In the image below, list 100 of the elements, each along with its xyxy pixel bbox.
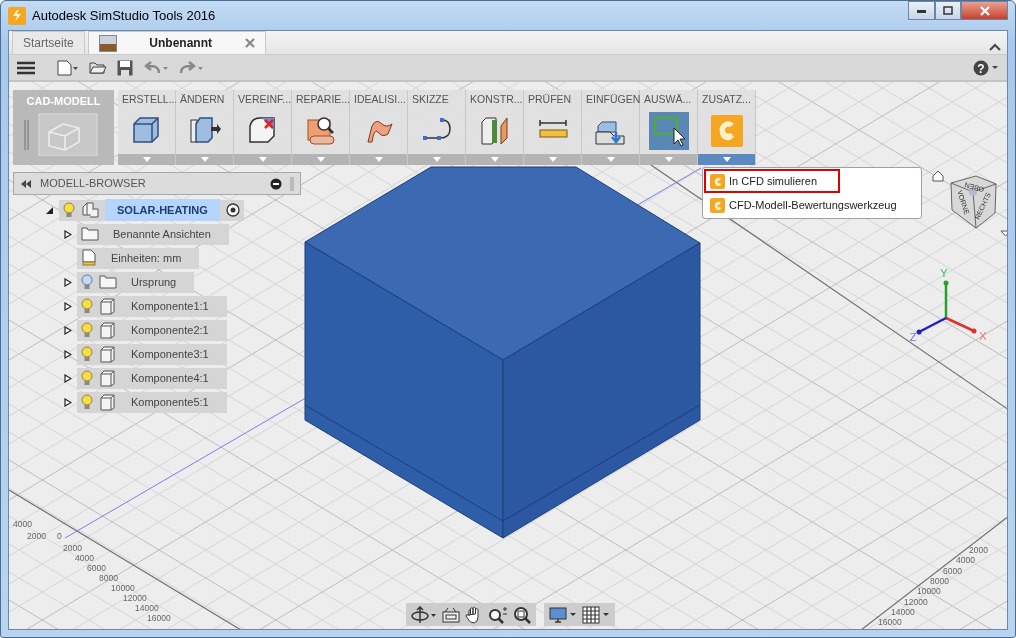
grid-label: 4000 (956, 555, 975, 566)
collapsed-triangle-icon[interactable] (64, 397, 72, 407)
folder-icon (99, 273, 117, 291)
menu-item[interactable]: CFD-Modell-Bewertungswerkzeug (704, 193, 920, 217)
expanded-triangle-icon[interactable] (46, 205, 54, 215)
collapsed-triangle-icon[interactable] (64, 277, 72, 287)
dropdown-toggle[interactable] (698, 154, 755, 165)
minimize-button[interactable] (908, 1, 935, 20)
maximize-button[interactable] (935, 1, 961, 20)
grid-label: 2000 (63, 543, 82, 553)
caret-down-icon (664, 157, 673, 162)
ribbon-group-label: EINFÜGEN (585, 92, 639, 107)
look-at-button[interactable] (441, 606, 461, 623)
close-button[interactable] (961, 1, 1008, 20)
open-folder-button[interactable] (87, 60, 109, 75)
grid-label: 4000 (13, 519, 32, 529)
grid-label: 6000 (87, 563, 106, 573)
dropdown-toggle[interactable] (408, 154, 465, 165)
grid-label: 8000 (930, 575, 949, 586)
collapsed-triangle-icon[interactable] (64, 373, 72, 383)
dropdown-toggle[interactable] (466, 154, 523, 165)
caret-down-icon (548, 157, 557, 162)
collapsed-triangle-icon[interactable] (64, 349, 72, 359)
light-bulb-icon[interactable] (81, 370, 93, 386)
grid-label: 10000 (917, 586, 941, 597)
caret-down-icon (316, 157, 325, 162)
tree-item-label[interactable]: SOLAR-HEATING (105, 198, 220, 222)
window-title: Autodesk SimStudio Tools 2016 (32, 6, 217, 25)
orbit-button[interactable] (410, 605, 438, 624)
dropdown-toggle[interactable] (582, 154, 639, 165)
dropdown-toggle[interactable] (176, 154, 233, 165)
ribbon-tool-button[interactable] (648, 111, 689, 150)
grid-label: 0 (57, 531, 62, 541)
caret-down-icon (258, 157, 267, 162)
minimize-icon (916, 8, 927, 13)
grid-settings-button[interactable] (581, 605, 611, 624)
component-box-icon (99, 393, 117, 411)
ribbon-group-label: KONSTR... (469, 92, 523, 107)
zoom-fit-button[interactable] (512, 605, 532, 624)
menu-button[interactable] (15, 60, 37, 75)
grid-label: 14000 (891, 606, 915, 617)
document-ruler-icon (81, 249, 97, 267)
home-icon[interactable] (932, 170, 944, 182)
axis-label: X (979, 330, 987, 342)
document-tab[interactable]: Unbenannt (87, 31, 266, 54)
light-bulb-icon[interactable] (63, 202, 75, 218)
view-cube-drawing[interactable] (950, 175, 997, 229)
caret-down-icon (142, 157, 151, 162)
help-button[interactable]: ? (971, 59, 1001, 76)
collapsed-triangle-icon[interactable] (64, 325, 72, 335)
save-button[interactable] (115, 59, 135, 76)
component-box-icon (99, 345, 117, 363)
caret-down-icon (432, 157, 441, 162)
axis-label: Y (940, 267, 948, 279)
caret-down-icon (200, 157, 209, 162)
dropdown-toggle[interactable] (640, 154, 697, 165)
dropdown-toggle[interactable] (292, 154, 349, 165)
ribbon-group-label: IDEALISI... (353, 92, 407, 107)
minimize-circle-icon (270, 177, 282, 190)
display-settings-button[interactable] (548, 605, 578, 624)
light-bulb-icon[interactable] (81, 394, 93, 410)
menu-item[interactable]: In CFD simulieren (704, 169, 840, 193)
components-icon (81, 201, 99, 219)
caret-down-icon (606, 157, 615, 162)
document-tab[interactable]: Startseite (12, 31, 85, 54)
ribbon-group-label: ZUSATZ... (701, 92, 752, 107)
dropdown-toggle[interactable] (234, 154, 291, 165)
grid-label: 16000 (878, 617, 902, 628)
folder-icon (81, 225, 99, 243)
grid-label: 6000 (943, 565, 962, 576)
collapsed-triangle-icon[interactable] (64, 301, 72, 311)
dropdown-toggle[interactable] (350, 154, 407, 165)
radio-target-icon (225, 203, 240, 217)
addin-logo-icon (710, 173, 725, 189)
grid-label: 16000 (147, 613, 171, 623)
grid-label: 8000 (99, 573, 118, 583)
light-bulb-icon[interactable] (81, 298, 93, 314)
light-bulb-icon[interactable] (81, 346, 93, 362)
zoom-button[interactable] (487, 605, 509, 624)
addin-logo-icon (710, 197, 725, 213)
grid-label: 4000 (75, 553, 94, 563)
ribbon-group-label: SKIZZE (411, 92, 450, 107)
dropdown-toggle[interactable] (524, 154, 581, 165)
grid-label: 12000 (123, 593, 147, 603)
view-menu-icon[interactable] (1000, 230, 1007, 237)
component-box-icon (99, 297, 117, 315)
maximize-icon (943, 6, 953, 15)
new-file-button[interactable] (55, 59, 81, 76)
document-thumbnail-icon (98, 34, 117, 52)
ribbon-group-label: PRÜFEN (527, 92, 573, 107)
component-box-icon (99, 321, 117, 339)
collapsed-triangle-icon[interactable] (64, 229, 72, 239)
light-bulb-icon[interactable] (81, 322, 93, 338)
close-icon (978, 5, 991, 16)
grip-icon (290, 176, 294, 191)
axis-label: Z (909, 331, 917, 343)
chevron-up-icon[interactable] (989, 43, 1001, 51)
dropdown-toggle[interactable] (118, 154, 175, 165)
app-logo-icon (8, 6, 26, 25)
grid-label: 14000 (135, 603, 159, 613)
